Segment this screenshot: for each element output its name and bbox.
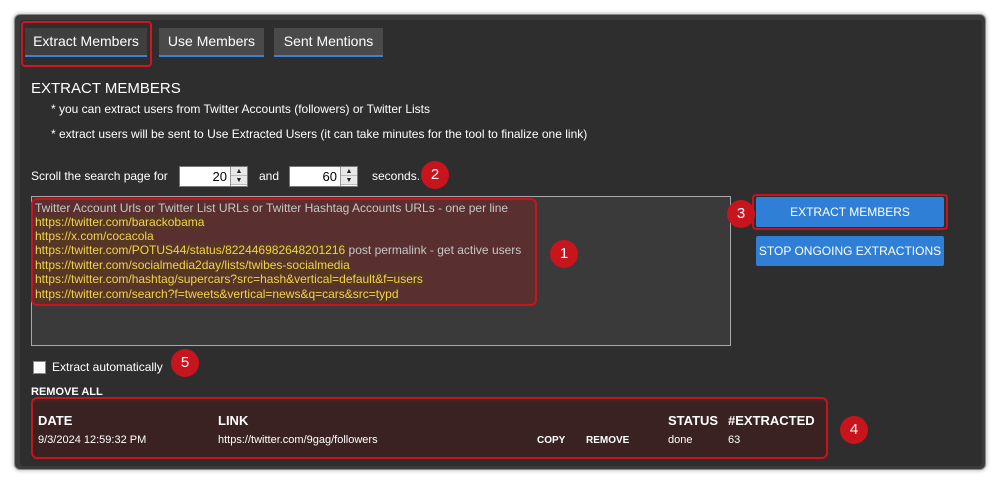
column-header-extracted[interactable]: #EXTRACTED: [728, 413, 815, 428]
decrement-arrow-icon[interactable]: ▼: [231, 176, 247, 185]
scroll-suffix-label: seconds.: [372, 169, 421, 183]
tab-sent-mentions[interactable]: Sent Mentions: [274, 28, 383, 57]
callout-badge-2: 2: [421, 161, 449, 189]
min-seconds-stepper[interactable]: 20 ▲ ▼: [179, 166, 248, 187]
url-line: https://twitter.com/socialmedia2day/list…: [35, 258, 350, 272]
scroll-prefix-label: Scroll the search page for: [31, 169, 168, 183]
section-title: EXTRACT MEMBERS: [31, 80, 181, 97]
callout-badge-3: 3: [727, 200, 755, 228]
url-line: https://x.com/cocacola: [35, 229, 154, 243]
increment-arrow-icon[interactable]: ▲: [231, 167, 247, 176]
row-date: 9/3/2024 12:59:32 PM: [38, 434, 147, 446]
column-header-status[interactable]: STATUS: [668, 413, 718, 428]
callout-badge-5: 5: [171, 349, 199, 377]
remove-button[interactable]: REMOVE: [586, 435, 629, 446]
note-line-1: * you can extract users from Twitter Acc…: [51, 102, 431, 116]
row-status: done: [668, 434, 693, 446]
extract-members-button[interactable]: EXTRACT MEMBERS: [756, 197, 944, 227]
extract-automatically-label: Extract automatically: [52, 360, 163, 374]
url-line: https://twitter.com/hashtag/supercars?sr…: [35, 272, 423, 286]
url-line: https://twitter.com/barackobama: [35, 215, 205, 229]
note-line-2: * extract users will be sent to Use Extr…: [51, 127, 588, 141]
url-line: https://twitter.com/search?f=tweets&vert…: [35, 287, 399, 301]
textarea-placeholder: Twitter Account Urls or Twitter List URL…: [35, 201, 509, 215]
min-seconds-value: 20: [212, 169, 227, 184]
callout-badge-1: 1: [550, 240, 578, 268]
tab-highlight-box: [21, 21, 152, 67]
row-link: https://twitter.com/9gag/followers: [218, 434, 378, 446]
stop-extractions-button[interactable]: STOP ONGOING EXTRACTIONS: [756, 236, 944, 266]
copy-button[interactable]: COPY: [537, 435, 565, 446]
column-header-link[interactable]: LINK: [218, 413, 248, 428]
tab-use-members[interactable]: Use Members: [159, 28, 264, 57]
callout-badge-4: 4: [840, 416, 868, 444]
max-seconds-stepper[interactable]: 60 ▲ ▼: [289, 166, 358, 187]
increment-arrow-icon[interactable]: ▲: [341, 167, 357, 176]
row-extracted-count: 63: [728, 434, 741, 446]
column-header-date[interactable]: DATE: [38, 413, 72, 428]
scroll-and-label: and: [259, 169, 280, 183]
table-highlight-box: [31, 397, 828, 459]
url-line: https://twitter.com/POTUS44/status/82244…: [35, 243, 522, 257]
url-line-note: post permalink - get active users: [348, 243, 522, 257]
extract-automatically-checkbox[interactable]: [33, 361, 46, 374]
decrement-arrow-icon[interactable]: ▼: [341, 176, 357, 185]
max-seconds-value: 60: [322, 169, 337, 184]
